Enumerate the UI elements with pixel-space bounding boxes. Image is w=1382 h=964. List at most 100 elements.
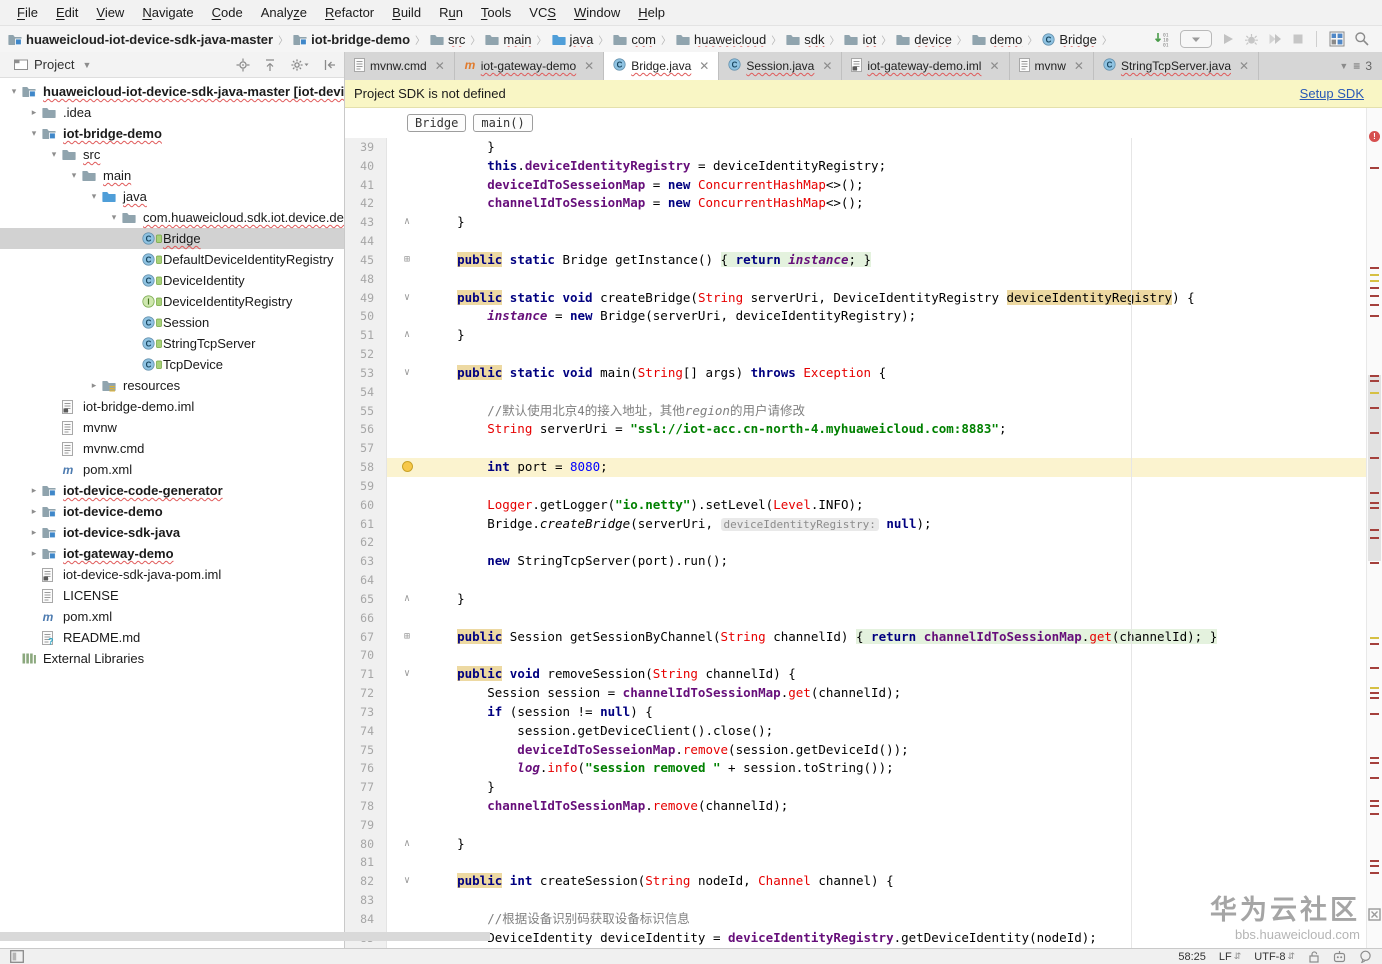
menu-item-view[interactable]: View [87, 2, 133, 23]
code-line-79[interactable]: 79 [345, 816, 1367, 835]
code-line-62[interactable]: 62 [345, 533, 1367, 552]
intention-bulb-icon[interactable] [387, 458, 427, 477]
tab-mvnw.cmd[interactable]: mvnw.cmd✕ [345, 52, 455, 80]
file-errors-indicator[interactable]: ! [1369, 131, 1380, 142]
code-text[interactable]: //默认使用北京4的接入地址，其他region的用户请修改 [427, 402, 1367, 421]
tree-item-com.huaweicloud.sdk.iot.device.demo[interactable]: ▾com.huaweicloud.sdk.iot.device.demo [0, 207, 344, 228]
chevron-right-icon[interactable]: ▸ [26, 107, 42, 118]
menu-item-analyze[interactable]: Analyze [252, 2, 316, 23]
line-number[interactable]: 79 [345, 816, 387, 835]
code-text[interactable]: channelIdToSessionMap.remove(channelId); [427, 797, 1367, 816]
tree-item-iot-device-code-generator[interactable]: ▸iot-device-code-generator [0, 480, 344, 501]
breadcrumb-item-iot-bridge-demo[interactable]: iot-bridge-demo [293, 32, 410, 47]
fold-marker[interactable]: ∧ [387, 213, 427, 232]
code-text[interactable] [427, 270, 1367, 289]
code-text[interactable] [427, 439, 1367, 458]
code-line-43[interactable]: 43∧ } [345, 213, 1367, 232]
warning-mark[interactable] [1370, 274, 1379, 276]
chevron-down-icon[interactable]: ▾ [86, 191, 102, 202]
tab-Session.java[interactable]: CSession.java✕ [719, 52, 842, 80]
line-number[interactable]: 67 [345, 628, 387, 647]
line-number[interactable]: 45 [345, 251, 387, 270]
gear-icon[interactable] [290, 58, 310, 72]
code-line-42[interactable]: 42 channelIdToSessionMap = new Concurren… [345, 194, 1367, 213]
code-text[interactable] [427, 232, 1367, 251]
tab-iot-gateway-demo[interactable]: miot-gateway-demo✕ [455, 52, 604, 80]
fold-marker[interactable]: ∧ [387, 835, 427, 854]
code-text[interactable] [427, 345, 1367, 364]
locate-icon[interactable] [236, 58, 250, 72]
code-text[interactable]: deviceIdToSesseionMap = new ConcurrentHa… [427, 176, 1367, 195]
code-text[interactable]: deviceIdToSesseionMap.remove(session.get… [427, 741, 1367, 760]
code-text[interactable]: new StringTcpServer(port).run(); [427, 552, 1367, 571]
code-text[interactable]: public void removeSession(String channel… [427, 665, 1367, 684]
line-number[interactable]: 55 [345, 402, 387, 421]
code-text[interactable] [427, 571, 1367, 590]
menu-item-code[interactable]: Code [203, 2, 252, 23]
error-mark[interactable] [1370, 502, 1379, 504]
line-number[interactable]: 73 [345, 703, 387, 722]
error-mark[interactable] [1370, 492, 1379, 494]
code-line-52[interactable]: 52 [345, 345, 1367, 364]
run-config-dropdown[interactable] [1180, 30, 1212, 48]
code-text[interactable]: } [427, 326, 1367, 345]
code-text[interactable]: } [427, 590, 1367, 609]
code-editor[interactable]: 39 }40 this.deviceIdentityRegistry = dev… [345, 138, 1382, 948]
line-number[interactable]: 39 [345, 138, 387, 157]
line-number[interactable]: 60 [345, 496, 387, 515]
line-number[interactable]: 44 [345, 232, 387, 251]
chevron-right-icon[interactable]: ▸ [26, 485, 42, 496]
code-text[interactable] [427, 383, 1367, 402]
line-number[interactable]: 80 [345, 835, 387, 854]
tree-item-main[interactable]: ▾main [0, 165, 344, 186]
code-line-51[interactable]: 51∧ } [345, 326, 1367, 345]
fold-marker[interactable]: ⊞ [387, 251, 427, 270]
warning-mark[interactable] [1370, 392, 1379, 394]
line-number[interactable]: 76 [345, 759, 387, 778]
line-number[interactable]: 48 [345, 270, 387, 289]
code-line-72[interactable]: 72 Session session = channelIdToSessionM… [345, 684, 1367, 703]
menu-item-refactor[interactable]: Refactor [316, 2, 383, 23]
code-text[interactable]: channelIdToSessionMap = new ConcurrentHa… [427, 194, 1367, 213]
code-line-59[interactable]: 59 [345, 477, 1367, 496]
code-line-75[interactable]: 75 deviceIdToSesseionMap.remove(session.… [345, 741, 1367, 760]
fold-marker[interactable]: ∨ [387, 364, 427, 383]
code-line-61[interactable]: 61 Bridge.createBridge(serverUri, device… [345, 515, 1367, 534]
code-text[interactable]: } [427, 138, 1367, 157]
code-line-80[interactable]: 80∧ } [345, 835, 1367, 854]
breadcrumb-item-sdk[interactable]: sdk [786, 32, 824, 47]
line-number[interactable]: 43 [345, 213, 387, 232]
code-text[interactable] [427, 477, 1367, 496]
code-line-73[interactable]: 73 if (session != null) { [345, 703, 1367, 722]
line-number[interactable]: 53 [345, 364, 387, 383]
tree-item-mvnw[interactable]: mvnw [0, 417, 344, 438]
code-line-39[interactable]: 39 } [345, 138, 1367, 157]
menu-item-file[interactable]: File [8, 2, 47, 23]
chevron-down-icon[interactable]: ▾ [66, 170, 82, 181]
caret-position[interactable]: 58:25 [1178, 951, 1206, 963]
breadcrumb-item-main[interactable]: main [485, 32, 531, 47]
breadcrumb-item-device[interactable]: device [896, 32, 952, 47]
error-mark[interactable] [1370, 805, 1379, 807]
error-mark[interactable] [1370, 407, 1379, 409]
close-icon[interactable]: ✕ [1239, 59, 1249, 73]
code-line-81[interactable]: 81 [345, 853, 1367, 872]
menu-item-edit[interactable]: Edit [47, 2, 87, 23]
fold-marker[interactable]: ∧ [387, 326, 427, 345]
warning-mark[interactable] [1370, 687, 1379, 689]
scrollbar-thumb[interactable] [1368, 375, 1381, 561]
setup-sdk-link[interactable]: Setup SDK [1300, 86, 1364, 101]
code-line-63[interactable]: 63 new StringTcpServer(port).run(); [345, 552, 1367, 571]
chevron-right-icon[interactable]: ▸ [86, 380, 102, 391]
menu-item-help[interactable]: Help [629, 2, 674, 23]
code-line-67[interactable]: 67⊞ public Session getSessionByChannel(S… [345, 628, 1367, 647]
code-text[interactable]: String serverUri = "ssl://iot-acc.cn-nor… [427, 420, 1367, 439]
line-number[interactable]: 41 [345, 176, 387, 195]
code-text[interactable]: log.info("session removed " + session.to… [427, 759, 1367, 778]
error-mark[interactable] [1370, 507, 1379, 509]
menu-item-build[interactable]: Build [383, 2, 430, 23]
line-number[interactable]: 78 [345, 797, 387, 816]
error-mark[interactable] [1370, 757, 1379, 759]
code-text[interactable]: } [427, 213, 1367, 232]
tree-item-Bridge[interactable]: CBridge [0, 228, 344, 249]
